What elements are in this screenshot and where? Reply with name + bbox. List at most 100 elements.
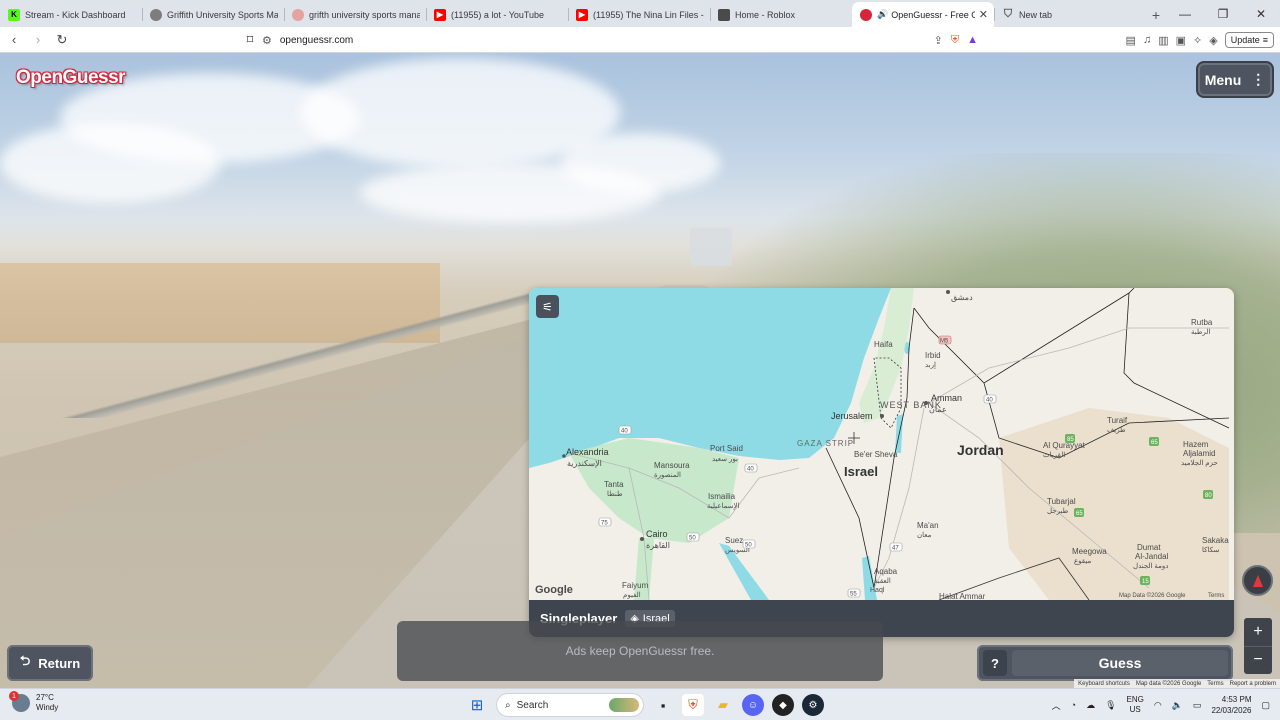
openguessr-icon <box>860 8 872 21</box>
tab-new[interactable]: ⛉ New tab <box>994 2 1136 27</box>
weather-widget[interactable]: 1 27°C Windy <box>9 691 58 713</box>
discord-icon[interactable]: ☺ <box>742 694 764 716</box>
map-label-rutba-ar: الرطبة <box>1191 328 1210 336</box>
notifications-icon[interactable]: ▢ <box>1261 700 1270 711</box>
clock[interactable]: 4:53 PM 22/03/2026 <box>1211 694 1251 716</box>
globe-icon <box>150 8 162 21</box>
update-button[interactable]: Update ≡ <box>1224 32 1274 48</box>
clock-date: 22/03/2026 <box>1211 706 1252 715</box>
brave-rewards-icon[interactable]: ▲ <box>967 34 978 46</box>
forward-icon[interactable]: › <box>28 30 48 50</box>
city-dot <box>946 290 950 294</box>
guess-map[interactable]: Alexandria الإسكندرية Port Said بور سعيد… <box>529 288 1234 600</box>
steam-icon[interactable]: ⚙ <box>802 694 824 716</box>
distant-bus <box>690 228 732 266</box>
speaker-icon[interactable]: 🔊 <box>877 9 888 20</box>
reload-icon[interactable]: ↻ <box>52 30 72 50</box>
route-number: 65 <box>1076 511 1083 517</box>
close-window-icon[interactable]: ✕ <box>1242 0 1280 27</box>
restore-icon[interactable]: ❐ <box>1204 0 1242 27</box>
help-button[interactable]: ? <box>983 650 1007 676</box>
city-dot <box>880 414 884 418</box>
map-label-turaif-ar: طريف <box>1107 426 1126 434</box>
map-label-aqaba: Aqaba <box>874 567 898 576</box>
menu-label: Menu <box>1204 71 1242 88</box>
iraq-border <box>1123 292 1230 429</box>
share-icon[interactable]: ⇪ <box>934 34 943 47</box>
tray-chevron-icon[interactable]: ︿ <box>1052 699 1061 712</box>
route-number: 85 <box>1067 437 1074 443</box>
microphone-icon[interactable]: 🎙 <box>1105 700 1116 711</box>
language-indicator[interactable]: ENG US <box>1127 695 1144 715</box>
city-dot <box>924 401 928 405</box>
tab-kick[interactable]: K Stream - Kick Dashboard <box>0 2 142 27</box>
tab-title: grifth university sports manage <box>309 9 420 20</box>
zoom-in-icon[interactable]: + <box>1244 618 1272 646</box>
window-controls: — ❐ ✕ <box>1166 0 1280 27</box>
map-label-dumat-2: Al-Jandal <box>1135 552 1169 561</box>
windows-start-icon[interactable]: ⊞ <box>466 694 488 716</box>
network-vpn-icon[interactable]: ◔ <box>1071 700 1076 710</box>
media-icon[interactable]: ♫ <box>1143 34 1151 46</box>
route-number: 47 <box>892 546 899 552</box>
new-tab-button[interactable]: + <box>1144 2 1168 27</box>
terms-link[interactable]: Terms <box>1207 681 1223 687</box>
route-number: M5 <box>940 339 949 345</box>
brave-browser-icon[interactable]: ⛨ <box>682 694 704 716</box>
map-label-port-said-ar: بور سعيد <box>712 456 738 463</box>
map-settings-button[interactable]: ⚟ <box>536 295 559 318</box>
tab-youtube-2[interactable]: ▶ (11955) The Nina Lin Files - Yo <box>568 2 710 27</box>
guess-controls: ? Guess <box>977 645 1233 681</box>
tab-search[interactable]: grifth university sports manage <box>284 2 426 27</box>
taskbar-search[interactable]: ⌕ Search <box>496 693 644 717</box>
site-settings-icon[interactable]: ⚙ <box>262 34 272 47</box>
map-label-mansoura: Mansoura <box>654 461 690 470</box>
route-number: 65 <box>1151 440 1158 446</box>
reader-mode-icon[interactable]: ▤ <box>1126 34 1136 47</box>
map-label-meegowa: Meegowa <box>1072 547 1107 556</box>
zoom-out-icon[interactable]: − <box>1244 645 1272 675</box>
report-problem-link[interactable]: Report a problem <box>1230 681 1276 687</box>
sidebar-icon[interactable]: ▥ <box>1158 34 1168 47</box>
youtube-icon: ▶ <box>576 8 588 21</box>
map-label-tanta-ar: طنطا <box>607 490 623 498</box>
battery-icon[interactable]: ▭ <box>1193 700 1202 711</box>
map-terms-link[interactable]: Terms <box>1208 593 1224 599</box>
tab-roblox[interactable]: Home - Roblox <box>710 2 852 27</box>
volume-icon[interactable]: 🔈 <box>1172 700 1183 711</box>
map-label-al-qurayyat-ar: القريات <box>1043 451 1065 459</box>
minimize-icon[interactable]: — <box>1166 0 1204 27</box>
brave-shield-icon[interactable]: ⛨ <box>951 34 959 47</box>
map-label-dumat-ar: دومة الجندل <box>1133 562 1168 570</box>
wallet-icon[interactable]: ▣ <box>1176 34 1186 47</box>
city-dot <box>562 454 566 458</box>
tab-openguessr[interactable]: 🔊 OpenGuessr - Free Geo ✕ <box>852 2 994 27</box>
map-label-haql: Haql <box>870 587 885 594</box>
tab-griffith[interactable]: Griffith University Sports Mana <box>142 2 284 27</box>
leo-ai-icon[interactable]: ✧ <box>1193 34 1202 47</box>
close-tab-icon[interactable]: ✕ <box>979 8 988 21</box>
street-view-footer: Keyboard shortcuts Map data ©2026 Google… <box>1074 679 1280 688</box>
file-explorer-icon[interactable]: ▰ <box>712 694 734 716</box>
guess-map-panel[interactable]: Alexandria الإسكندرية Port Said بور سعيد… <box>529 288 1234 637</box>
tab-youtube-1[interactable]: ▶ (11955) a lot - YouTube <box>426 2 568 27</box>
openguessr-logo[interactable]: OpenGuessr <box>16 67 126 89</box>
wifi-icon[interactable]: ◠ <box>1154 700 1162 711</box>
sliders-icon: ⚟ <box>542 299 553 314</box>
menu-button[interactable]: Menu ⋮ <box>1196 61 1274 98</box>
url-bar[interactable]: ⚙ openguessr.com ⇪ ⛨ ▲ <box>262 30 984 50</box>
onedrive-icon[interactable]: ☁ <box>1086 700 1095 711</box>
vpn-icon[interactable]: ◈ <box>1209 34 1217 47</box>
bookmark-icon[interactable]: ⌑ <box>240 30 260 50</box>
windows-taskbar: 1 27°C Windy ⊞ ⌕ Search ▪ ⛨ ▰ ☺ ◆ ⚙ ︿ ◔ … <box>0 688 1280 720</box>
roblox-app-icon[interactable]: ◆ <box>772 694 794 716</box>
back-icon[interactable]: ‹ <box>4 30 24 50</box>
return-button[interactable]: ⮌ Return <box>7 645 93 681</box>
route-number: 55 <box>850 592 857 598</box>
keyboard-shortcuts-link[interactable]: Keyboard shortcuts <box>1078 681 1130 687</box>
task-view-icon[interactable]: ▪ <box>652 694 674 716</box>
ad-text: Ads keep OpenGuessr free. <box>565 644 715 658</box>
compass-icon[interactable] <box>1242 565 1273 596</box>
map-label-amman: Amman <box>931 393 962 403</box>
guess-button[interactable]: Guess <box>1012 650 1228 676</box>
